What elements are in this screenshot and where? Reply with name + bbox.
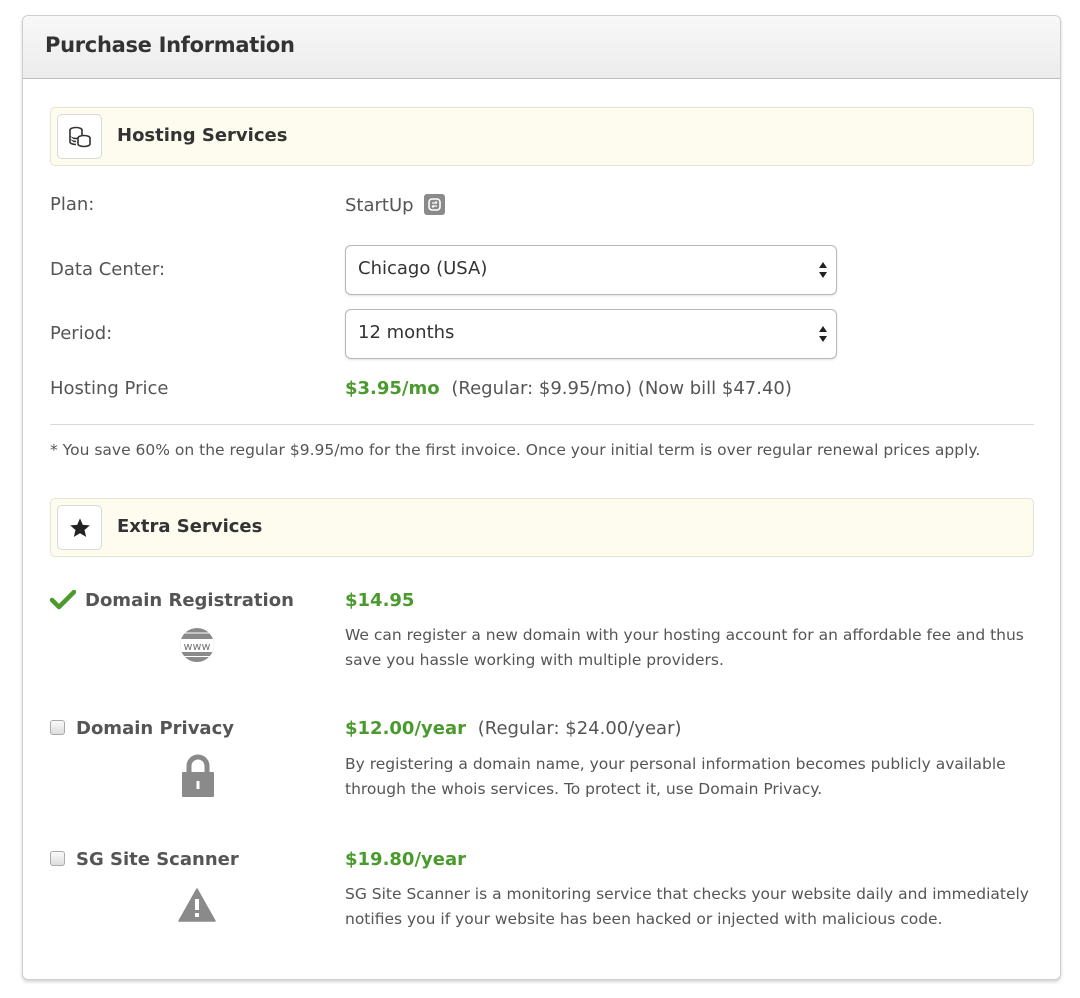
service-price: $12.00/year — [345, 718, 466, 739]
star-icon — [57, 505, 102, 550]
service-price: $19.80/year — [345, 849, 466, 870]
plan-label: Plan: — [50, 194, 95, 215]
change-plan-icon[interactable] — [423, 194, 445, 215]
sg-site-scanner-checkbox[interactable] — [50, 851, 65, 866]
service-price-row: $12.00/year (Regular: $24.00/year) — [345, 718, 682, 739]
hosting-now-bill: (Now bill $47.40) — [637, 378, 792, 399]
hosting-regular-price: (Regular: $9.95/mo) — [451, 378, 633, 399]
savings-note: * You save 60% on the regular $9.95/mo f… — [50, 441, 981, 459]
extra-services-title: Extra Services — [117, 516, 263, 537]
domain-privacy-checkbox[interactable] — [50, 720, 65, 735]
divider — [50, 424, 1034, 425]
service-description: By registering a domain name, your perso… — [345, 755, 1006, 798]
hosting-price-label: Hosting Price — [50, 378, 169, 399]
warning-triangle-icon — [178, 888, 216, 922]
period-label: Period: — [50, 323, 113, 344]
hosting-services-header: Hosting Services — [50, 107, 1034, 166]
coins-stack-icon — [57, 114, 102, 159]
plan-value: StartUp — [345, 195, 414, 216]
extra-services-header: Extra Services — [50, 498, 1034, 557]
service-price: $14.95 — [345, 590, 415, 611]
svg-text:www: www — [184, 640, 211, 653]
service-name: SG Site Scanner — [76, 849, 239, 870]
hosting-services-title: Hosting Services — [117, 125, 288, 146]
data-center-label: Data Center: — [50, 259, 166, 280]
plan-value-row: StartUp — [345, 194, 445, 216]
panel-header: Purchase Information — [23, 16, 1060, 79]
period-selected: 12 months — [358, 322, 455, 343]
service-name: Domain Registration — [85, 590, 294, 611]
select-arrows-icon — [819, 262, 827, 278]
data-center-selected: Chicago (USA) — [358, 258, 488, 279]
data-center-select[interactable]: Chicago (USA) — [345, 245, 837, 295]
select-arrows-icon — [819, 326, 827, 342]
hosting-price-value: $3.95/mo (Regular: $9.95/mo) (Now bill $… — [345, 378, 792, 399]
padlock-icon — [182, 754, 214, 797]
checkmark-icon[interactable] — [50, 590, 76, 610]
hosting-promo-price: $3.95/mo — [345, 378, 440, 399]
service-regular-price: (Regular: $24.00/year) — [477, 718, 682, 739]
panel-title: Purchase Information — [45, 33, 295, 57]
service-description: SG Site Scanner is a monitoring service … — [345, 885, 1029, 928]
www-globe-icon: www — [180, 628, 214, 662]
period-select[interactable]: 12 months — [345, 309, 837, 359]
service-name: Domain Privacy — [76, 718, 234, 739]
service-description: We can register a new domain with your h… — [345, 626, 1024, 669]
purchase-information-panel: Purchase Information Hosting Services Pl… — [22, 15, 1061, 980]
